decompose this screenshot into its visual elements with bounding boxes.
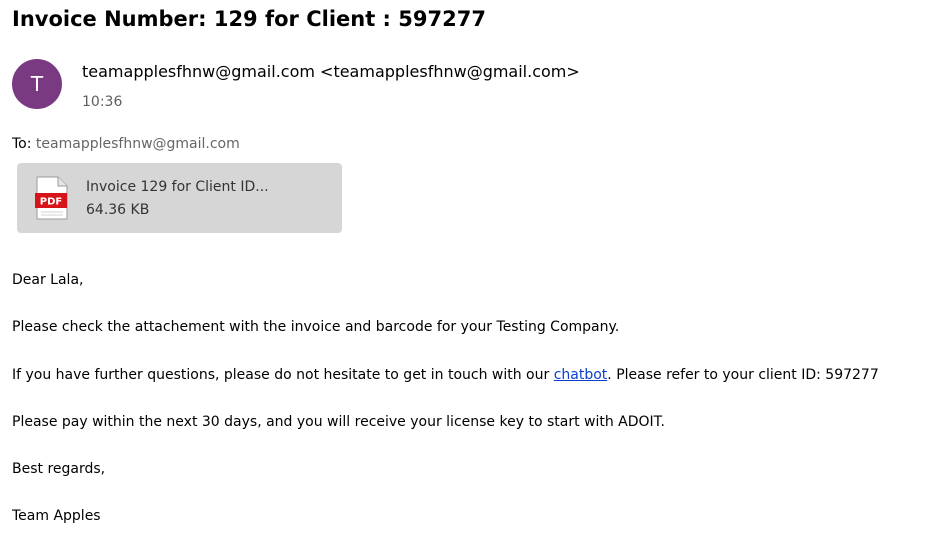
body-paragraph-1: Please check the attachement with the in… (12, 319, 620, 335)
sent-time: 10:36 (82, 94, 123, 110)
chatbot-link[interactable]: chatbot (554, 367, 608, 383)
signature-text: Team Apples (12, 508, 101, 524)
body-paragraph-2: If you have further questions, please do… (12, 365, 879, 385)
pdf-icon-label: PDF (40, 197, 62, 208)
greeting-text: Dear Lala, (12, 272, 84, 288)
recipient-address: teamapplesfhnw@gmail.com (35, 136, 240, 152)
attachment-name: Invoice 129 for Client ID... (86, 179, 269, 195)
attachment-size: 64.36 KB (86, 202, 150, 218)
recipient-line: To: teamapplesfhnw@gmail.com (12, 134, 240, 154)
paragraph-2-text-start: If you have further questions, please do… (12, 367, 554, 383)
email-subject: Invoice Number: 129 for Client : 597277 (12, 7, 486, 31)
body-paragraph-3: Please pay within the next 30 days, and … (12, 414, 666, 430)
pdf-file-icon: PDF (35, 176, 68, 220)
closing-text: Best regards, (12, 461, 106, 477)
to-label: To: (12, 136, 32, 152)
paragraph-2-text-end: . Please refer to your client ID: 597277 (607, 367, 879, 383)
sender-address: teamapplesfhnw@gmail.com <teamapplesfhnw… (82, 62, 580, 81)
attachment-card[interactable]: PDF Invoice 129 for Client ID... 64.36 K… (17, 163, 342, 233)
sender-avatar: T (12, 59, 62, 109)
